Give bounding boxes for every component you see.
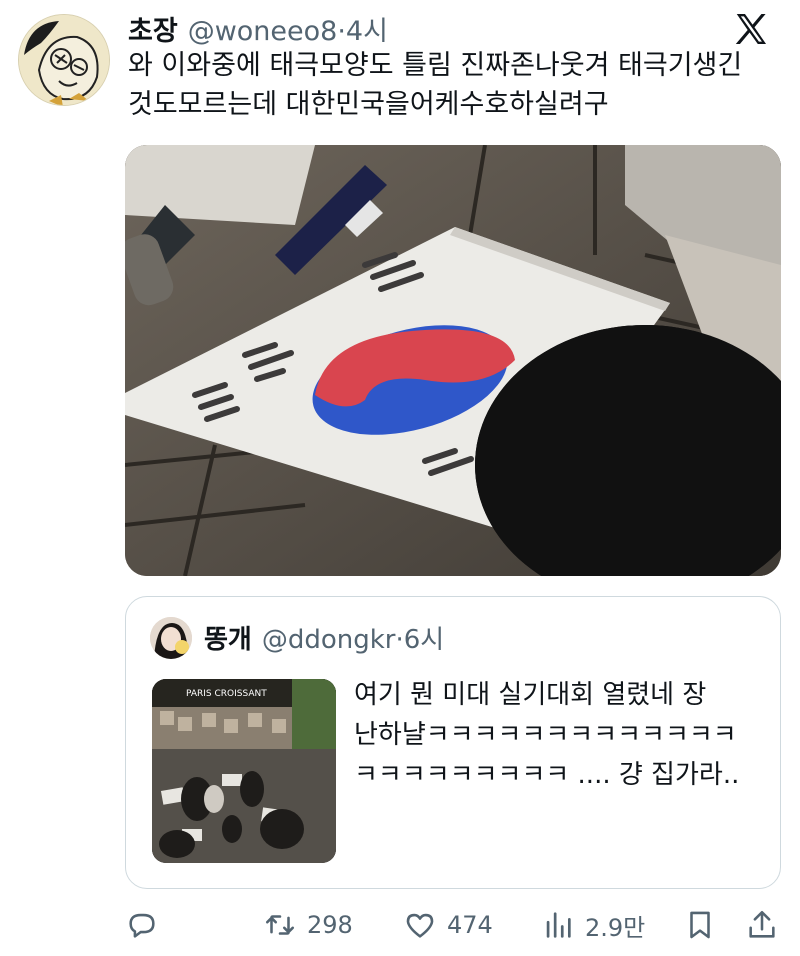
like-count: 474 [447, 911, 493, 939]
views-icon [546, 912, 571, 938]
quoted-photo-scene: PARIS CROISSANT [152, 679, 336, 863]
tweet-header: 초장 @woneeo8·4시 [128, 8, 388, 48]
quoted-avatar-photo [150, 617, 192, 659]
shop-sign-text: PARIS CROISSANT [186, 689, 267, 699]
author-avatar[interactable] [18, 14, 110, 106]
quoted-tweet-card[interactable]: 똥개 @ddongkr·6시 PARIS CROISSANT 여기 뭔 미대 실… [125, 596, 781, 889]
quoted-tweet-header: 똥개 @ddongkr·6시 [204, 619, 444, 656]
quoted-tweet-text: 여기 뭔 미대 실기대회 열렸네 장 난하냘ㅋㅋㅋㅋㅋㅋㅋㅋㅋㅋㅋㅋㅋ ㅋㅋㅋㅋ… [354, 680, 740, 790]
tweet-photo[interactable] [125, 145, 781, 576]
like-button[interactable]: 474 [403, 898, 493, 952]
views-button[interactable]: 2.9만 [541, 898, 645, 952]
tweet-action-bar: 298 474 2.9만 [125, 898, 781, 952]
share-icon [749, 910, 775, 938]
retweet-button[interactable]: 298 [263, 898, 353, 952]
tweet-text: 와 이와중에 태극모양도 틀림 진짜존나웃겨 태극기생긴 것도모르는데 대한민국… [128, 50, 743, 120]
author-handle[interactable]: @woneeo8 [188, 16, 338, 47]
quoted-display-name[interactable]: 똥개 [204, 619, 252, 656]
retweet-count: 298 [307, 911, 353, 939]
reply-icon [129, 913, 155, 938]
author-handle-time[interactable]: @woneeo8·4시 [188, 9, 388, 48]
photo-flag-drawing [125, 145, 781, 576]
avatar-cartoon-face [19, 15, 109, 105]
heart-icon [406, 913, 434, 938]
quoted-handle-time[interactable]: @ddongkr·6시 [262, 619, 444, 656]
share-button[interactable] [745, 898, 779, 952]
quoted-time[interactable]: 6시 [404, 625, 444, 655]
tweet-time[interactable]: 4시 [346, 16, 388, 47]
meta-separator: · [337, 15, 346, 47]
quoted-author-avatar[interactable] [150, 617, 192, 659]
bookmark-icon [690, 911, 710, 939]
retweet-icon [265, 915, 295, 935]
author-display-name[interactable]: 초장 [128, 9, 178, 48]
bookmark-button[interactable] [683, 898, 717, 952]
quoted-meta-separator: · [395, 625, 404, 655]
quoted-photo[interactable]: PARIS CROISSANT [152, 679, 336, 863]
x-logo-icon[interactable] [732, 10, 770, 48]
quoted-handle[interactable]: @ddongkr [262, 625, 396, 655]
views-count: 2.9만 [585, 913, 646, 942]
reply-button[interactable] [125, 898, 169, 952]
